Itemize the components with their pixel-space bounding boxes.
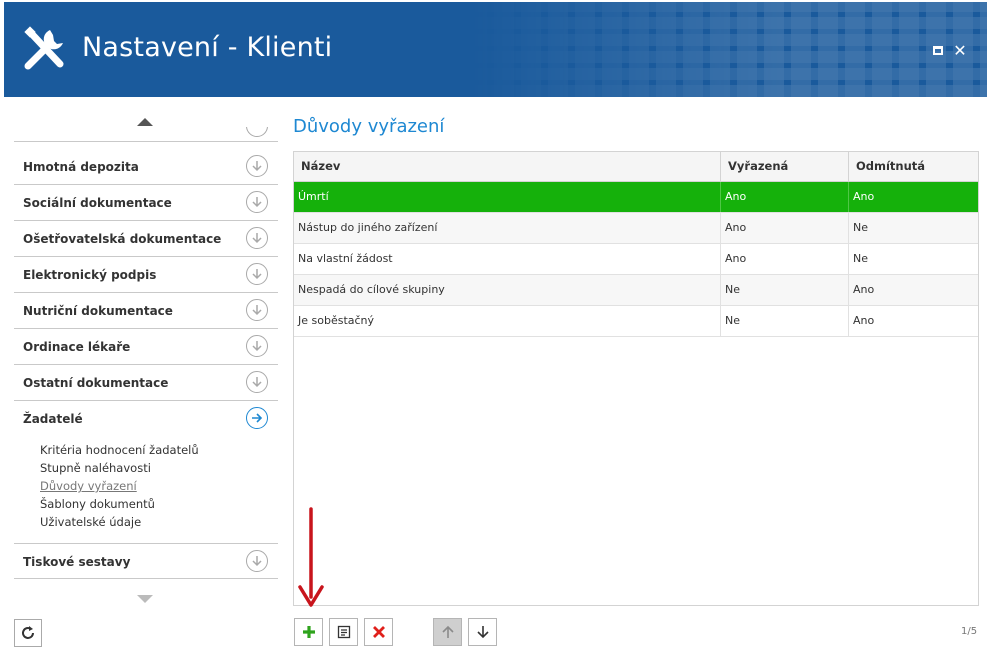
subitem-sablony-dokumentu[interactable]: Šablony dokumentů [40, 496, 199, 514]
cell-rejected: Ne [853, 252, 868, 265]
cell-rejected: Ano [853, 314, 875, 327]
maximize-button[interactable] [930, 42, 946, 58]
titlebar-pattern [467, 2, 987, 97]
cell-excluded: Ne [721, 306, 849, 336]
expand-down-icon [246, 335, 268, 357]
subitem-stupne-nalehavosti[interactable]: Stupně naléhavosti [40, 460, 199, 478]
zadatele-submenu: Kritéria hodnocení žadatelů Stupně naléh… [40, 442, 199, 532]
cell-name: Nespadá do cílové skupiny [294, 275, 721, 305]
sidebar-item-ordinace-lekare[interactable]: Ordinace lékaře [14, 329, 278, 365]
sidebar-item-ostatni-dokumentace[interactable]: Ostatní dokumentace [14, 365, 278, 401]
sidebar-item-tiskove-sestavy[interactable]: Tiskové sestavy [14, 543, 278, 579]
sidebar-item-label: Tiskové sestavy [23, 555, 131, 569]
expand-down-icon [246, 263, 268, 285]
maximize-icon [933, 45, 943, 55]
sidebar-item-label: Hmotná depozita [23, 160, 139, 174]
annotation-arrow-icon [298, 507, 324, 607]
arrow-right-circle-icon [246, 407, 268, 429]
plus-icon [302, 626, 315, 638]
page-title: Důvody vyřazení [293, 116, 445, 137]
subitem-uzivatelske-udaje[interactable]: Uživatelské údaje [40, 514, 199, 532]
expand-down-icon [246, 550, 268, 572]
expand-down-icon [246, 227, 268, 249]
sidebar-item-label: Nutriční dokumentace [23, 304, 173, 318]
sidebar-item-zadatele[interactable]: Žadatelé [14, 401, 278, 437]
close-icon: ✕ [953, 40, 967, 60]
cell-name: Na vlastní žádost [294, 244, 721, 274]
column-header-odmitnuta[interactable]: Odmítnutá [849, 152, 978, 182]
sidebar-item-label: Sociální dokumentace [23, 196, 172, 210]
cell-rejected: Ano [853, 283, 875, 296]
sidebar-item-osetrovatelska-dokumentace[interactable]: Ošetřovatelská dokumentace [14, 221, 278, 257]
arrow-up-icon [441, 625, 454, 638]
subitem-duvody-vyrazeni[interactable]: Důvody vyřazení [40, 478, 199, 496]
sidebar-item-label: Ordinace lékaře [23, 340, 131, 354]
cell-excluded: Ano [721, 182, 849, 212]
refresh-icon [22, 626, 34, 639]
main-panel: Důvody vyřazení Název Vyřazená Odmítnutá… [293, 97, 991, 658]
cell-rejected: Ne [853, 221, 868, 234]
edit-icon [337, 625, 350, 639]
window-title: Nastavení - Klienti [82, 32, 333, 63]
expand-down-icon [246, 155, 268, 177]
tools-icon [24, 26, 64, 70]
scroll-up-arrow-icon[interactable] [137, 118, 153, 126]
move-up-button[interactable] [433, 618, 462, 646]
cell-excluded: Ne [721, 275, 849, 305]
table-row[interactable]: Nespadá do cílové skupiny Ne Ano [294, 275, 978, 306]
edit-button[interactable] [329, 618, 358, 646]
expand-down-icon [246, 191, 268, 213]
delete-button[interactable] [364, 618, 393, 646]
expand-down-icon [246, 371, 268, 393]
reasons-table: Název Vyřazená Odmítnutá Úmrtí Ano Ano N… [293, 151, 979, 606]
expand-down-icon [246, 299, 268, 321]
add-button[interactable] [294, 618, 323, 646]
sidebar-item-label: Elektronický podpis [23, 268, 157, 282]
delete-icon [372, 626, 385, 638]
sidebar-item-hmotna-depozita[interactable]: Hmotná depozita [14, 149, 278, 185]
arrow-down-icon [476, 626, 489, 639]
table-row[interactable]: Úmrtí Ano Ano [294, 182, 978, 213]
sidebar-item-socialni-dokumentace[interactable]: Sociální dokumentace [14, 185, 278, 221]
cell-excluded: Ano [721, 213, 849, 243]
sidebar-item-nutricni-dokumentace[interactable]: Nutriční dokumentace [14, 293, 278, 329]
cell-rejected: Ano [853, 190, 875, 203]
table-row[interactable]: Nástup do jiného zařízení Ano Ne [294, 213, 978, 244]
sidebar-item-label: Ošetřovatelská dokumentace [23, 232, 222, 246]
table-header: Název Vyřazená Odmítnutá [294, 152, 978, 182]
cell-name: Nástup do jiného zařízení [294, 213, 721, 243]
title-bar: Nastavení - Klienti ✕ [4, 2, 987, 97]
column-header-vyrazena[interactable]: Vyřazená [721, 152, 849, 182]
sidebar-item-label: Ostatní dokumentace [23, 376, 169, 390]
sidebar-item-partial[interactable] [14, 127, 278, 142]
column-header-nazev[interactable]: Název [294, 152, 721, 182]
page-indicator: 1/5 [961, 626, 978, 637]
sidebar-item-label: Žadatelé [23, 412, 83, 426]
table-row[interactable]: Na vlastní žádost Ano Ne [294, 244, 978, 275]
close-button[interactable]: ✕ [952, 40, 968, 60]
scroll-down-arrow-icon[interactable] [137, 595, 153, 603]
sidebar-item-elektronicky-podpis[interactable]: Elektronický podpis [14, 257, 278, 293]
move-down-button[interactable] [468, 618, 497, 646]
chevron-down-icon [246, 127, 268, 137]
settings-sidebar: Hmotná depozita Sociální dokumentace Oše… [0, 97, 288, 658]
cell-excluded: Ano [721, 244, 849, 274]
cell-name: Je soběstačný [294, 306, 721, 336]
refresh-button[interactable] [14, 619, 42, 647]
cell-name: Úmrtí [294, 182, 721, 212]
subitem-kriteria-hodnoceni[interactable]: Kritéria hodnocení žadatelů [40, 442, 199, 460]
table-row[interactable]: Je soběstačný Ne Ano [294, 306, 978, 337]
